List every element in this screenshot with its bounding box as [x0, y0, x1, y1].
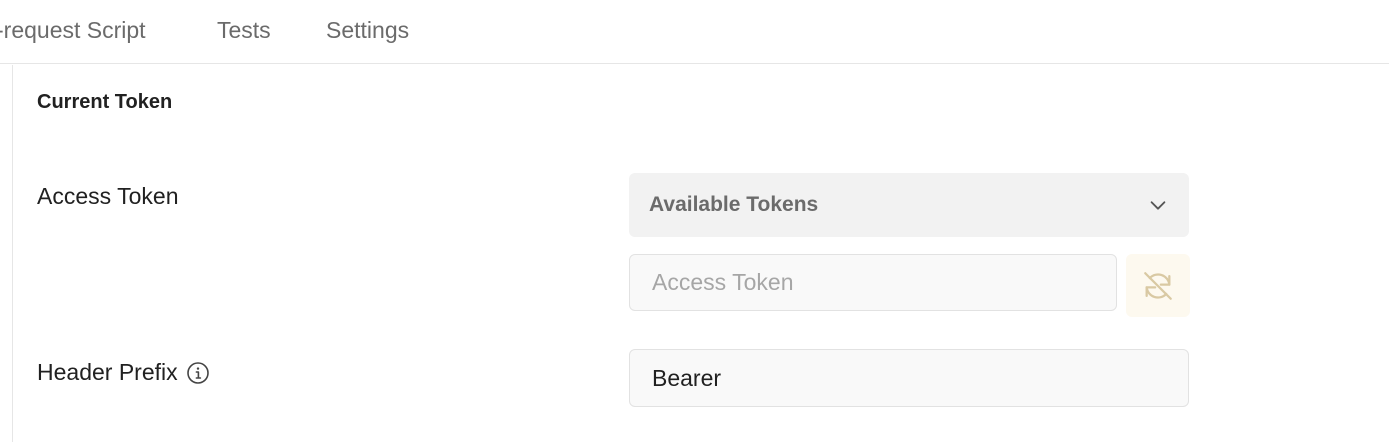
header-prefix-label-group: Header Prefix [37, 359, 210, 386]
tab-pre-request-script[interactable]: -request Script [0, 17, 146, 44]
header-prefix-label: Header Prefix [37, 359, 178, 385]
available-tokens-dropdown[interactable]: Available Tokens [629, 173, 1189, 237]
access-token-input[interactable] [629, 254, 1117, 311]
tab-settings[interactable]: Settings [326, 17, 409, 44]
tab-tests[interactable]: Tests [217, 17, 271, 44]
access-token-label: Access Token [37, 183, 179, 209]
tab-bar: -request Script Tests Settings [0, 0, 1389, 64]
available-tokens-label: Available Tokens [649, 193, 819, 216]
panel-divider [12, 65, 13, 442]
info-icon[interactable] [186, 361, 210, 385]
section-title: Current Token [37, 91, 173, 113]
sync-disabled-icon [1144, 271, 1172, 300]
sync-token-button[interactable] [1126, 254, 1190, 317]
header-prefix-input[interactable] [629, 349, 1189, 407]
chevron-down-icon [1150, 201, 1166, 210]
